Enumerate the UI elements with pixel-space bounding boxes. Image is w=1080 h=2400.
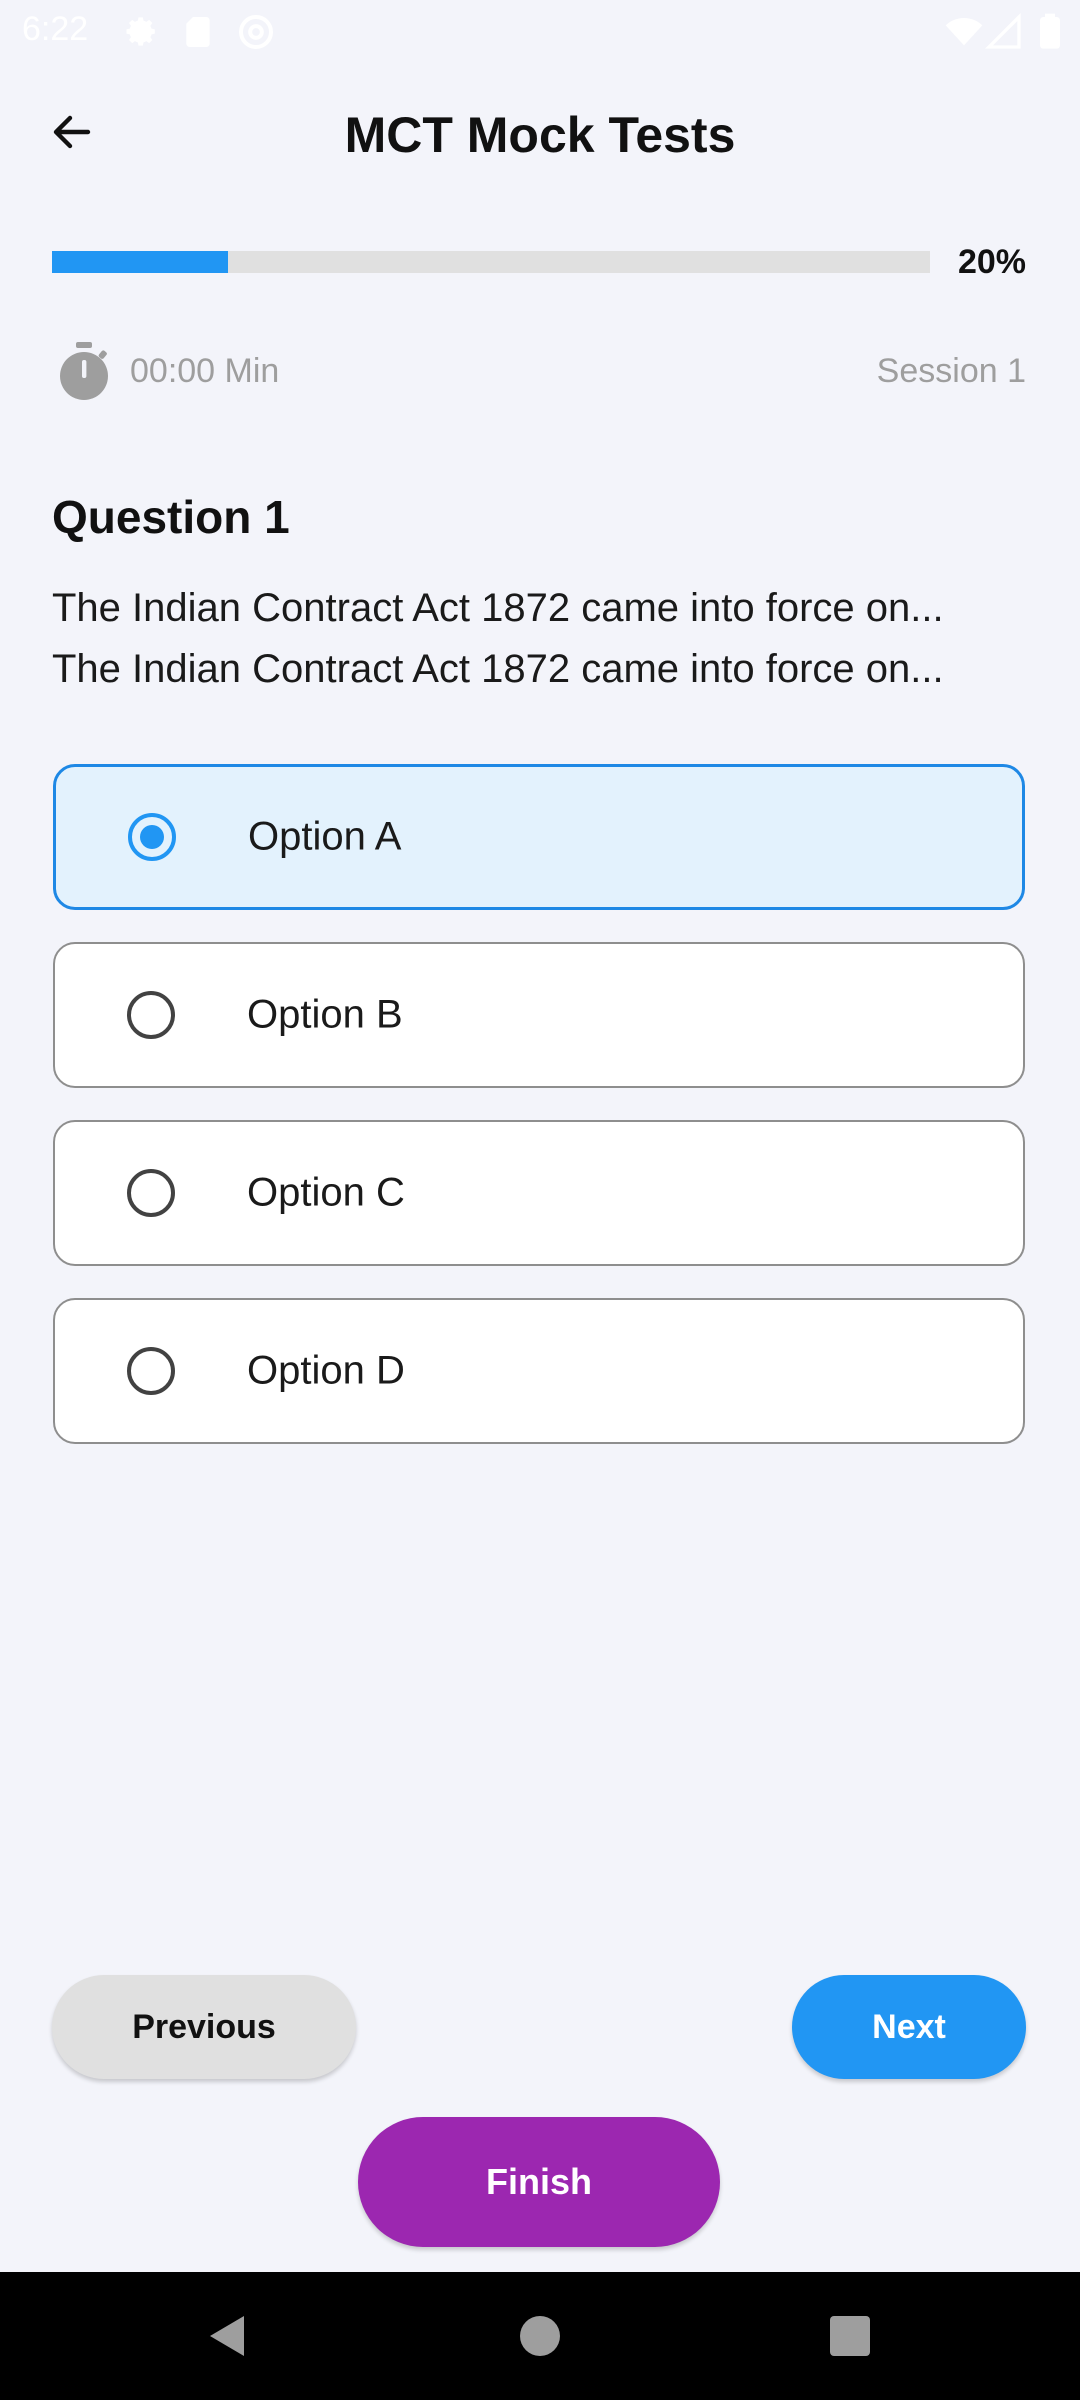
nav-recents-button[interactable]	[790, 2272, 910, 2400]
cell-signal-icon	[984, 12, 1021, 49]
option-label: Option B	[247, 992, 403, 1037]
next-button[interactable]: Next	[792, 1975, 1026, 2079]
wifi-icon	[945, 18, 983, 46]
progress-fill	[52, 251, 228, 273]
option-a[interactable]: Option A	[53, 764, 1025, 910]
session-label: Session 1	[876, 352, 1026, 390]
sim-card-icon	[186, 17, 210, 47]
nav-home-button[interactable]	[480, 2272, 600, 2400]
nav-back-button[interactable]	[166, 2272, 286, 2400]
at-sign-icon	[239, 15, 273, 49]
battery-icon	[1040, 13, 1060, 49]
radio-button[interactable]	[127, 991, 175, 1039]
page-title: MCT Mock Tests	[344, 107, 736, 163]
radio-button[interactable]	[127, 1347, 175, 1395]
question-line: The Indian Contract Act 1872 came into f…	[52, 586, 944, 630]
progress-label: 20%	[957, 243, 1026, 281]
back-triangle-icon	[210, 2316, 244, 2356]
option-label: Option C	[247, 1170, 405, 1215]
recents-square-icon	[830, 2316, 870, 2356]
system-nav-bar	[0, 2272, 1080, 2400]
option-label: Option D	[247, 1348, 405, 1393]
timer-text: 00:00 Min	[130, 352, 280, 390]
question-line: The Indian Contract Act 1872 came into f…	[52, 647, 944, 691]
question-text: The Indian Contract Act 1872 came into f…	[52, 578, 1042, 700]
progress-bar	[52, 251, 930, 273]
radio-button[interactable]	[128, 813, 176, 861]
finish-button[interactable]: Finish	[358, 2117, 720, 2247]
status-bar: 6:22	[0, 0, 1080, 64]
option-b[interactable]: Option B	[53, 942, 1025, 1088]
radio-selected-dot	[140, 825, 164, 849]
question-title: Question 1	[52, 491, 290, 543]
stopwatch-icon	[60, 342, 108, 400]
previous-button[interactable]: Previous	[52, 1975, 356, 2079]
option-d[interactable]: Option D	[53, 1298, 1025, 1444]
gear-icon	[126, 17, 155, 46]
option-c[interactable]: Option C	[53, 1120, 1025, 1266]
option-label: Option A	[248, 814, 402, 859]
status-time: 6:22	[22, 10, 89, 48]
home-circle-icon	[520, 2316, 560, 2356]
radio-button[interactable]	[127, 1169, 175, 1217]
